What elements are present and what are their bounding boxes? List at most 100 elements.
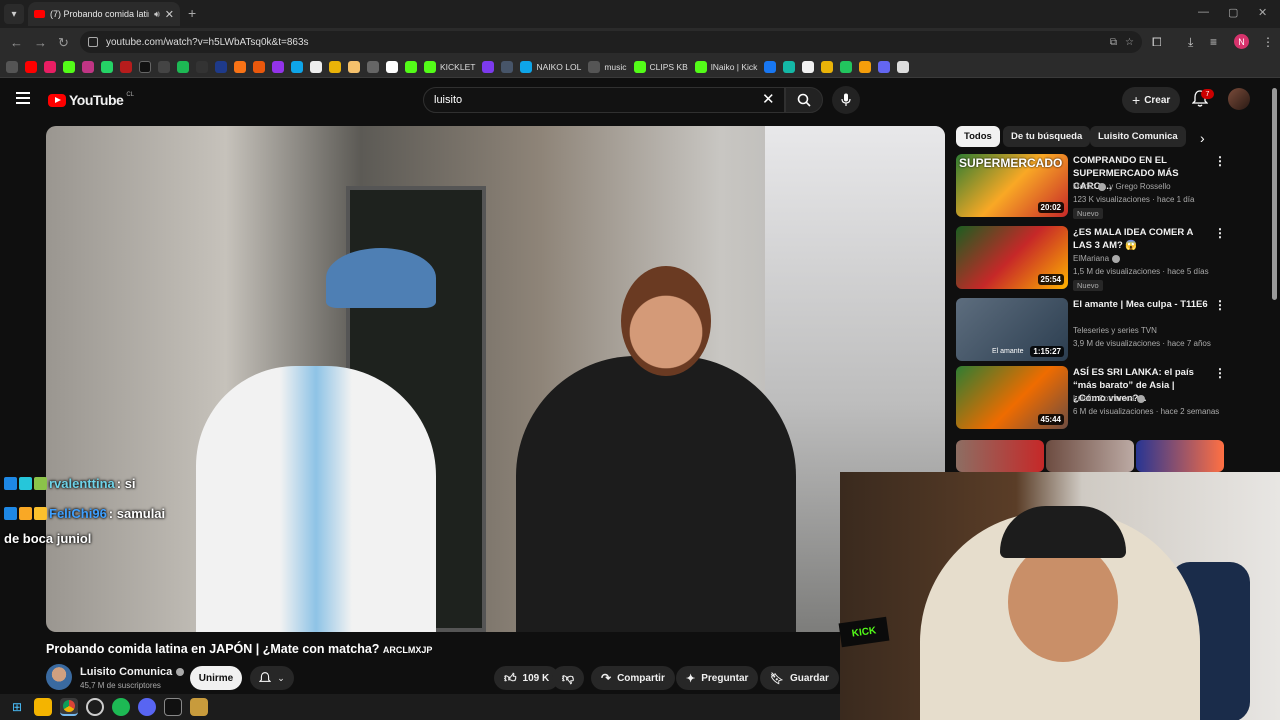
bookmark-icon[interactable]: [386, 60, 398, 73]
bookmark-x-icon[interactable]: [139, 60, 151, 73]
bookmark-facebook-icon[interactable]: [764, 60, 777, 73]
recommendation-thumbnail[interactable]: [1046, 440, 1134, 472]
recommendation-channel[interactable]: ElMariana: [1073, 254, 1121, 263]
minimize-icon[interactable]: —: [1198, 6, 1209, 18]
bookmark-icon[interactable]: [859, 60, 872, 73]
recommendation-thumbnail[interactable]: El amante 1:15:27: [956, 298, 1068, 361]
recommendation-item[interactable]: El amante 1:15:27 El amante | Mea culpa …: [956, 298, 1266, 364]
bookmark-icon[interactable]: [329, 60, 341, 73]
bookmark-spotify-icon[interactable]: [177, 60, 189, 73]
bookmark-clips-kb[interactable]: CLIPS KB: [633, 60, 688, 73]
bookmark-naiko-kick[interactable]: lNaiko | Kick: [694, 60, 757, 73]
new-tab-icon[interactable]: +: [188, 5, 196, 21]
dislike-button[interactable]: 👎︎: [552, 666, 584, 690]
league-of-legends-icon[interactable]: [190, 698, 208, 716]
maximize-icon[interactable]: ▢: [1228, 6, 1238, 19]
download-icon[interactable]: ⤓: [1188, 35, 1193, 50]
bookmark-icon[interactable]: [291, 60, 303, 73]
apps-icon[interactable]: [6, 60, 18, 73]
recommendation-item[interactable]: 45:44 ASÍ ES SRI LANKA: el país “más bar…: [956, 366, 1266, 432]
bookmark-icon[interactable]: [158, 60, 170, 73]
close-window-icon[interactable]: ✕: [1258, 6, 1267, 19]
bookmark-kick-icon[interactable]: [63, 60, 75, 73]
bookmark-icon[interactable]: [802, 60, 815, 73]
address-bar[interactable]: youtube.com/watch?v=h5LWbATsq0k&t=863s ⧉…: [80, 31, 1142, 53]
video-player[interactable]: [46, 126, 945, 632]
bookmark-icon[interactable]: [501, 60, 514, 73]
file-explorer-icon[interactable]: [34, 698, 52, 716]
account-avatar[interactable]: [1228, 88, 1250, 110]
bookmark-icon[interactable]: [367, 60, 379, 73]
bookmark-icon[interactable]: [405, 60, 417, 73]
tab-search-icon[interactable]: ▾: [4, 4, 24, 24]
discord-icon[interactable]: [138, 698, 156, 716]
bookmark-icon[interactable]: [215, 60, 227, 73]
bookmark-icon[interactable]: [840, 60, 853, 73]
media-control-icon[interactable]: ≡: [1210, 35, 1217, 49]
recommendation-channel[interactable]: Teleseries y series TVN: [1073, 326, 1157, 335]
bookmark-icon[interactable]: [196, 60, 208, 73]
bookmark-icon[interactable]: [821, 60, 834, 73]
create-button[interactable]: + Crear: [1122, 87, 1181, 113]
bookmark-naiko-lol[interactable]: NAIKO LOL: [520, 60, 581, 73]
bookmark-icon[interactable]: [348, 60, 360, 73]
forward-icon[interactable]: →: [34, 35, 47, 50]
chrome-icon[interactable]: [60, 698, 78, 716]
recommendation-channel[interactable]: Luisito Comunica: [1073, 394, 1146, 403]
search-input[interactable]: luisito: [423, 87, 785, 113]
recommendation-thumbnail[interactable]: SUPERMERCADO 20:02: [956, 154, 1068, 217]
bookmark-whatsapp-icon[interactable]: [101, 60, 113, 73]
obs-icon[interactable]: [86, 698, 104, 716]
bookmark-icon[interactable]: [897, 60, 910, 73]
recommendation-thumbnail[interactable]: [956, 440, 1044, 472]
recommendation-item[interactable]: 25:54 ¿ES MALA IDEA COMER A LAS 3 AM? 😱 …: [956, 226, 1266, 292]
page-scrollbar[interactable]: [1272, 88, 1277, 300]
bookmark-icon[interactable]: [482, 60, 495, 73]
more-options-icon[interactable]: ⋮: [1214, 366, 1226, 380]
recommendation-item[interactable]: SUPERMERCADO 20:02 COMPRANDO EN EL SUPER…: [956, 154, 1266, 220]
recommendation-thumbnail[interactable]: [1136, 440, 1224, 472]
bookmark-icon[interactable]: [253, 60, 265, 73]
more-options-icon[interactable]: ⋮: [1214, 226, 1226, 240]
windows-start-icon[interactable]: ⊞: [8, 698, 26, 716]
ask-button[interactable]: ✦ Preguntar: [676, 666, 759, 690]
browser-menu-icon[interactable]: ⋮: [1262, 35, 1274, 49]
recommendation-thumbnail[interactable]: 25:54: [956, 226, 1068, 289]
more-options-icon[interactable]: ⋮: [1214, 298, 1226, 312]
bookmark-icon[interactable]: [234, 60, 246, 73]
chip-de-tu-busqueda[interactable]: De tu búsqueda: [1003, 126, 1091, 147]
recommendation-title[interactable]: ¿ES MALA IDEA COMER A LAS 3 AM? 😱: [1073, 226, 1208, 252]
bookmark-icon[interactable]: [310, 60, 322, 73]
profile-avatar[interactable]: N: [1234, 34, 1249, 49]
browser-tab[interactable]: (7) Probando comida latina 🔊︎ ✕: [28, 2, 180, 26]
recommendation-title[interactable]: El amante | Mea culpa - T11E6: [1073, 298, 1208, 311]
subscription-notifications-button[interactable]: ⌄: [250, 666, 294, 690]
chip-luisito-comunica[interactable]: Luisito Comunica: [1090, 126, 1186, 147]
extensions-icon[interactable]: ⧠: [1152, 35, 1162, 50]
install-icon[interactable]: ⧉: [1110, 37, 1117, 48]
save-button[interactable]: 🔖︎ Guardar: [760, 666, 839, 690]
bookmark-star-icon[interactable]: ☆: [1125, 37, 1134, 48]
voice-search-button[interactable]: [832, 86, 860, 114]
speaker-icon[interactable]: 🔊︎: [154, 9, 160, 20]
bookmark-youtube-icon[interactable]: [25, 60, 37, 73]
spotify-icon[interactable]: [112, 698, 130, 716]
reload-icon[interactable]: ↻: [58, 35, 69, 51]
chip-todos[interactable]: Todos: [956, 126, 1000, 147]
youtube-logo[interactable]: YouTube CL: [48, 92, 134, 108]
join-button[interactable]: Unirme: [190, 666, 242, 690]
app-icon[interactable]: [164, 698, 182, 716]
bookmark-instagram-icon[interactable]: [82, 60, 94, 73]
clear-search-icon[interactable]: ✕: [762, 90, 775, 108]
back-icon[interactable]: ←: [10, 35, 23, 50]
chevron-right-icon[interactable]: ›: [1200, 130, 1205, 146]
channel-avatar[interactable]: [46, 664, 72, 690]
bookmark-icon[interactable]: [120, 60, 132, 73]
menu-icon[interactable]: [16, 92, 30, 104]
bookmark-icon[interactable]: [44, 60, 56, 73]
recommendation-channel[interactable]: Momo y Grego Rossello: [1073, 182, 1171, 191]
bookmark-icon[interactable]: [783, 60, 796, 73]
more-options-icon[interactable]: ⋮: [1214, 154, 1226, 168]
bookmark-kicklet[interactable]: KICKLET: [424, 60, 475, 73]
bookmark-icon[interactable]: [878, 60, 891, 73]
